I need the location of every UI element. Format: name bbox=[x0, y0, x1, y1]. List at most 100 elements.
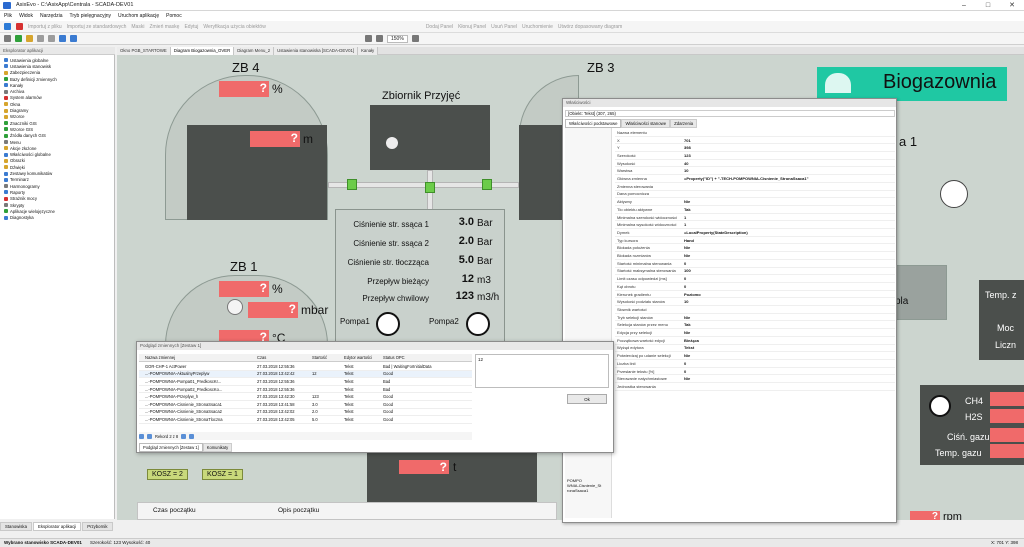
property-row[interactable]: Wysokość 40 bbox=[615, 160, 895, 168]
tab-state-props[interactable]: Właściwości stanowe bbox=[621, 119, 671, 128]
property-row[interactable]: Potwierdzaj po udanie selekcji Nie bbox=[615, 352, 895, 360]
variable-row[interactable]: ...-POMPOWNIA-Pompa02_PredkoscKo... 27.03… bbox=[139, 386, 472, 394]
undo-icon[interactable] bbox=[59, 35, 66, 42]
property-row[interactable]: Kąt obrotu 0 bbox=[615, 283, 895, 291]
property-row[interactable]: Liczba linii 0 bbox=[615, 360, 895, 368]
tab-stations[interactable]: Stanowiska bbox=[0, 522, 32, 531]
variable-row[interactable]: ...-POMPOWNIA-Cisnienie_StronaSsaca2 27.0… bbox=[139, 409, 472, 417]
select-icon[interactable] bbox=[4, 35, 11, 42]
property-value[interactable]: 0 bbox=[681, 284, 895, 289]
property-row[interactable]: Minimalna szerokość widoczności 1 bbox=[615, 214, 895, 222]
variable-row[interactable]: GOR-CHP-1 ActPower 27.03.2018 12:55:36 Tek… bbox=[139, 363, 472, 371]
property-value[interactable]: 1 bbox=[681, 215, 895, 220]
row-value-3[interactable]: 5.0 bbox=[429, 254, 474, 266]
property-value[interactable]: Bieżąca bbox=[681, 338, 895, 343]
property-row[interactable]: Sterowanie natychmiastowe Nie bbox=[615, 375, 895, 384]
zb4-height-value[interactable]: ? bbox=[250, 131, 300, 147]
gas-temp-value[interactable] bbox=[990, 444, 1024, 458]
property-row[interactable]: Minimalna wysokość widoczności 1 bbox=[615, 221, 895, 230]
variable-row[interactable]: ...-POMPOWNIA-Cisnienie_StronaSsaca1 27.0… bbox=[139, 401, 472, 409]
run-button[interactable]: Uruchomienie bbox=[522, 24, 553, 30]
col-value[interactable]: Startość bbox=[312, 355, 344, 360]
zb1-level-value[interactable]: ? bbox=[219, 281, 269, 297]
edit-button[interactable]: Edytuj bbox=[184, 24, 198, 30]
kosz-badge-2[interactable]: KOSZ = 1 bbox=[202, 469, 243, 480]
menu-maintenance[interactable]: Tryb pielęgnacyjny bbox=[69, 13, 111, 19]
property-value[interactable]: 1 bbox=[681, 222, 895, 227]
zb1-pressure-value[interactable]: ? bbox=[248, 302, 298, 318]
property-value[interactable]: Tekst bbox=[681, 345, 895, 350]
property-row[interactable]: Wysokość podziału stanów 10 bbox=[615, 298, 895, 307]
tab-app-explorer[interactable]: Eksplorator aplikacji bbox=[32, 522, 82, 531]
property-row[interactable]: Y 398 bbox=[615, 144, 895, 153]
add-icon[interactable] bbox=[15, 35, 22, 42]
pump2-icon[interactable] bbox=[466, 312, 490, 336]
property-value[interactable]: 0 bbox=[681, 369, 895, 374]
property-row[interactable]: Startość maksymalna sterowania 100 bbox=[615, 268, 895, 276]
nav-prev-icon[interactable] bbox=[147, 433, 152, 439]
row-value-5[interactable]: 123 bbox=[429, 290, 474, 302]
property-row[interactable]: Startość minimalna sterowania 0 bbox=[615, 260, 895, 268]
gas-pressure-value[interactable] bbox=[990, 428, 1024, 442]
property-row[interactable]: Nazwa elementu bbox=[615, 129, 895, 137]
property-row[interactable]: Dymek =LocalProperty(StateDescription) bbox=[615, 229, 895, 237]
property-row[interactable]: Tryb selekcji stanów Nie bbox=[615, 314, 895, 322]
property-value[interactable]: Nie bbox=[681, 199, 895, 204]
rpm-value[interactable]: ? bbox=[910, 511, 940, 520]
import-standard-button[interactable]: Importuj ze standardowych bbox=[67, 24, 127, 30]
add-diagram-button[interactable]: Utwórz dopasowany diagram bbox=[558, 24, 622, 30]
property-value[interactable]: =LocalProperty(StateDescription) bbox=[681, 230, 895, 235]
property-value[interactable]: 40 bbox=[681, 161, 895, 166]
tab-toolbox[interactable]: Przybornik bbox=[82, 522, 113, 531]
tab-window-startowe[interactable]: Okno PGB_STARTOWE bbox=[117, 47, 171, 55]
align-icon[interactable] bbox=[365, 35, 372, 42]
property-row[interactable]: Zmienna sterowania bbox=[615, 183, 895, 191]
property-row[interactable]: Słownik wartości bbox=[615, 306, 895, 314]
nav-last-icon[interactable] bbox=[189, 433, 195, 439]
paste-icon[interactable] bbox=[48, 35, 55, 42]
property-value[interactable]: Tak bbox=[681, 207, 895, 212]
bottom-tank-value[interactable]: ? bbox=[399, 460, 449, 474]
property-value[interactable]: Nie bbox=[681, 330, 895, 335]
redo-icon[interactable] bbox=[70, 35, 77, 42]
import-file-button[interactable]: Importuj z pliku bbox=[28, 24, 62, 30]
property-row[interactable]: Jednostka sterowania bbox=[615, 383, 895, 391]
mask-button[interactable]: Maski bbox=[131, 24, 144, 30]
tree-item[interactable]: Diagnostyka bbox=[4, 215, 34, 221]
property-row[interactable]: Aktywny Nie bbox=[615, 198, 895, 206]
property-value[interactable]: =Property("ID") + "-TECH-POMPOWNIA-Cisni… bbox=[681, 176, 895, 181]
menu-run[interactable]: Uruchom aplikację bbox=[118, 13, 159, 19]
property-value[interactable]: 123 bbox=[681, 153, 895, 158]
menu-help[interactable]: Pomoc bbox=[166, 13, 182, 19]
property-value[interactable]: 10 bbox=[681, 299, 895, 304]
col-editor[interactable]: Edytor wartości bbox=[344, 355, 383, 360]
reset-panel-button[interactable]: Usuń Panel bbox=[491, 24, 517, 30]
ok-button[interactable]: Ok bbox=[567, 394, 607, 404]
change-mask-button[interactable]: Zmień maskę bbox=[149, 24, 179, 30]
col-opc-status[interactable]: Status OPC bbox=[383, 355, 472, 360]
pump1-icon[interactable] bbox=[376, 312, 400, 336]
property-row[interactable]: Tło obiektu aktywne Tak bbox=[615, 206, 895, 214]
menu-tools[interactable]: Narzędzia bbox=[40, 13, 63, 19]
property-row[interactable]: Przesłanie tekstu [%] 0 bbox=[615, 368, 895, 376]
property-value[interactable]: Nie bbox=[681, 253, 895, 258]
property-row[interactable]: Dana pomocnicza bbox=[615, 191, 895, 199]
tab-events[interactable]: Zdarzenia bbox=[670, 119, 698, 128]
property-row[interactable]: Początkowa wartość edycji Bieżąca bbox=[615, 337, 895, 345]
kosz-badge-1[interactable]: KOSZ = 2 bbox=[147, 469, 188, 480]
zb4-level-value[interactable]: ? bbox=[219, 81, 269, 97]
fit-icon[interactable] bbox=[411, 35, 419, 42]
property-row[interactable]: Główna zmienna =Property("ID") + "-TECH-P… bbox=[615, 175, 895, 183]
menu-file[interactable]: Plik bbox=[4, 13, 12, 19]
property-row[interactable]: X 701 bbox=[615, 137, 895, 145]
folder-icon[interactable] bbox=[26, 35, 33, 42]
tab-channels[interactable]: Kanały bbox=[358, 47, 379, 55]
zoom-select[interactable]: 150% bbox=[387, 34, 408, 43]
maximize-icon[interactable]: □ bbox=[976, 0, 1000, 11]
property-row[interactable]: Typ kursora Hand bbox=[615, 237, 895, 245]
property-row[interactable]: Blokada położenia Nie bbox=[615, 245, 895, 253]
property-value[interactable]: 0 bbox=[681, 361, 895, 366]
property-value[interactable]: Nie bbox=[681, 315, 895, 320]
h2s-value[interactable] bbox=[990, 409, 1024, 423]
property-value[interactable]: Nie bbox=[681, 245, 895, 250]
